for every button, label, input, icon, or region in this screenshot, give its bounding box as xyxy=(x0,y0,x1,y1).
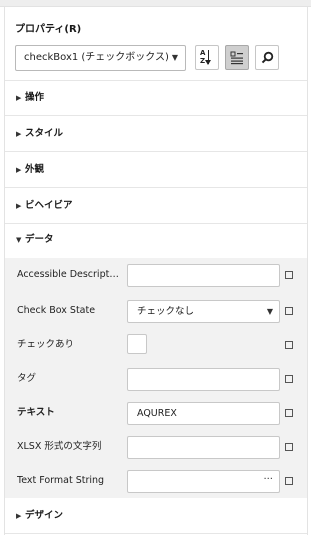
property-row-checked: チェックあり xyxy=(5,328,307,362)
reset-checkbox-icon[interactable] xyxy=(285,409,293,417)
section-label: スタイル xyxy=(25,128,64,139)
checked-checkbox[interactable] xyxy=(127,334,147,354)
chevron-down-icon: ▼ xyxy=(266,307,273,316)
section-label: データ xyxy=(25,234,54,245)
reset-checkbox-icon[interactable] xyxy=(285,443,293,451)
panel-title: プロパティ(R) xyxy=(15,24,82,35)
property-row-check-box-state: Check Box State チェックなし ▼ xyxy=(5,294,307,328)
check-box-state-dropdown[interactable]: チェックなし ▼ xyxy=(127,300,280,323)
categorized-grid-icon xyxy=(230,51,243,64)
top-strip xyxy=(0,0,311,7)
property-name: タグ xyxy=(17,373,37,384)
reset-checkbox-icon[interactable] xyxy=(285,477,293,485)
tag-input[interactable] xyxy=(127,368,280,391)
property-name: テキスト xyxy=(17,407,55,418)
reset-checkbox-icon[interactable] xyxy=(285,271,293,279)
object-selector-dropdown[interactable]: checkBox1 (チェックボックス) ▼ xyxy=(15,45,186,71)
categorized-button[interactable] xyxy=(225,45,249,70)
sort-alphabetical-button[interactable]: AZ xyxy=(195,45,219,70)
expand-arrow-icon: ▶ xyxy=(16,166,22,174)
property-name: チェックあり xyxy=(17,339,75,350)
section-label: デザイン xyxy=(25,510,64,521)
section-appearance[interactable]: ▶ 外観 xyxy=(5,152,307,188)
section-style[interactable]: ▶ スタイル xyxy=(5,116,307,152)
panel-right-border xyxy=(307,7,308,535)
property-name: Check Box State xyxy=(17,305,96,316)
property-row-tag: タグ xyxy=(5,362,307,396)
reset-checkbox-icon[interactable] xyxy=(285,375,293,383)
property-row-text: テキスト AQUREX xyxy=(5,396,307,430)
text-input[interactable]: AQUREX xyxy=(127,402,280,425)
collapse-arrow-icon: ▼ xyxy=(16,236,22,244)
check-box-state-value: チェックなし xyxy=(137,306,195,317)
section-data[interactable]: ▼ データ xyxy=(5,222,307,258)
ellipsis-button[interactable]: ··· xyxy=(263,469,273,490)
accessible-description-input[interactable] xyxy=(127,264,280,287)
property-name: Accessible Description xyxy=(17,269,121,280)
section-design[interactable]: ▶ デザイン xyxy=(5,498,307,534)
section-operation[interactable]: ▶ 操作 xyxy=(5,80,307,116)
expand-arrow-icon: ▶ xyxy=(16,512,22,520)
reset-checkbox-icon[interactable] xyxy=(285,341,293,349)
expand-arrow-icon: ▶ xyxy=(16,202,22,210)
sort-az-icon: AZ xyxy=(199,49,215,66)
expand-arrow-icon: ▶ xyxy=(16,130,22,138)
object-selector-value: checkBox1 (チェックボックス) xyxy=(24,52,169,63)
section-label: 操作 xyxy=(25,92,45,103)
property-name: Text Format String xyxy=(17,475,105,486)
section-label: 外観 xyxy=(25,164,45,175)
property-row-accessible-description: Accessible Description xyxy=(5,258,307,292)
xlsx-string-input[interactable] xyxy=(127,436,280,459)
search-icon xyxy=(261,51,273,64)
search-button[interactable] xyxy=(255,45,279,70)
chevron-down-icon: ▼ xyxy=(171,53,178,62)
property-row-text-format-string: Text Format String ··· xyxy=(5,464,307,498)
expand-arrow-icon: ▶ xyxy=(16,94,22,102)
property-row-xlsx-string: XLSX 形式の文字列 xyxy=(5,430,307,464)
property-name: XLSX 形式の文字列 xyxy=(17,441,102,452)
section-label: ビヘイビア xyxy=(25,200,73,211)
reset-checkbox-icon[interactable] xyxy=(285,307,293,315)
text-format-string-input[interactable]: ··· xyxy=(127,470,280,493)
section-behavior[interactable]: ▶ ビヘイビア xyxy=(5,188,307,224)
